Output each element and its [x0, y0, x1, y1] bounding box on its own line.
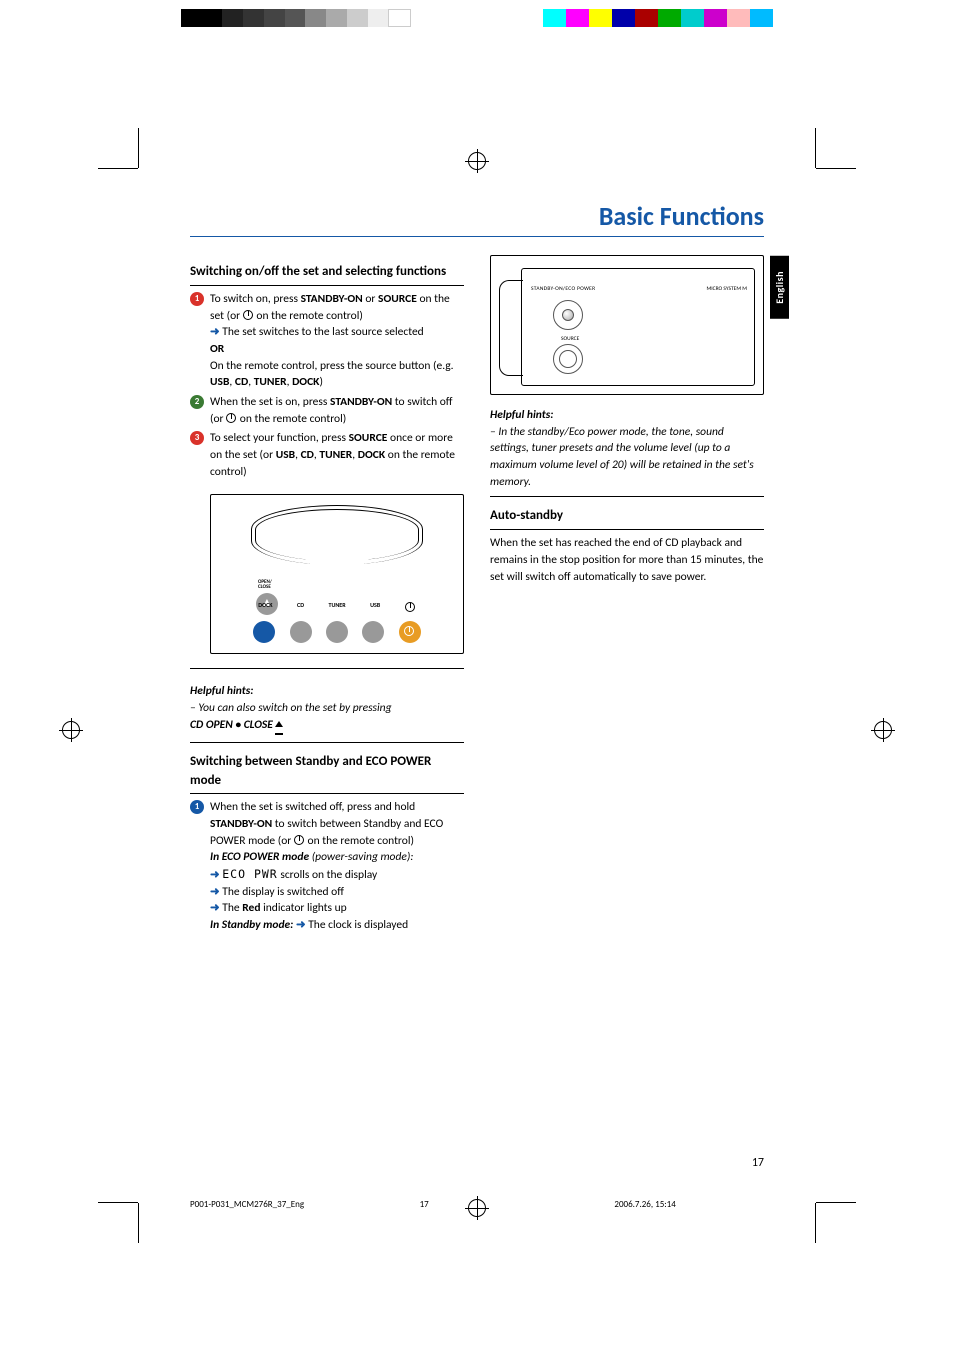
arrow-icon: ➜ — [210, 885, 220, 899]
text: TUNER — [319, 448, 352, 462]
source-button-dock — [253, 621, 275, 643]
right-column: STANDBY-ON/ECO POWER MICRO SYSTEM M SOUR… — [490, 255, 764, 937]
arrow-icon: ➜ — [210, 325, 220, 339]
text: On the remote control, press the source … — [210, 359, 454, 373]
text: The set switches to the last source sele… — [220, 325, 424, 339]
text: STANDBY-ON — [330, 395, 392, 409]
registration-mark-left — [62, 721, 80, 739]
open-close-label: OPEN/ CLOSE — [258, 580, 272, 590]
diagram-label-dock: DOCK — [258, 601, 272, 614]
source-button-usb — [362, 621, 384, 643]
diagram-label-model: MICRO SYSTEM M — [707, 286, 747, 294]
registration-mark-right — [874, 721, 892, 739]
unit-panel-diagram: STANDBY-ON/ECO POWER MICRO SYSTEM M SOUR… — [490, 255, 764, 395]
text: In ECO POWER mode — [210, 850, 312, 864]
text: – You can also switch on the set by pres… — [190, 701, 392, 715]
crop-mark-bl — [98, 1183, 158, 1243]
crop-mark-br — [796, 1183, 856, 1243]
diagram-label-tuner: TUNER — [328, 601, 345, 614]
section-head-switching: Switching on/off the set and selecting f… — [190, 263, 464, 286]
eco-step-body: When the set is switched off, press and … — [210, 799, 464, 933]
text: CD — [235, 375, 248, 389]
language-tab: English — [770, 256, 789, 319]
text: scrolls on the display — [278, 868, 378, 882]
text: indicator lights up — [261, 901, 347, 915]
text: SOURCE — [378, 292, 417, 306]
text: TUNER — [254, 375, 287, 389]
text-or: OR — [210, 342, 224, 356]
step-3-body: To select your function, press SOURCE on… — [210, 430, 464, 480]
footer-timestamp: 2006.7.26, 15:14 — [534, 1199, 764, 1210]
autostandby-body: When the set has reached the end of CD p… — [490, 535, 764, 585]
power-icon — [243, 309, 254, 323]
color-bar-right — [543, 9, 773, 27]
diagram-label-standby: STANDBY-ON/ECO POWER — [531, 286, 595, 294]
arrow-icon: ➜ — [296, 918, 306, 932]
step-number-1b: 1 — [190, 800, 204, 814]
source-dial-icon — [553, 344, 583, 374]
registration-mark-top — [468, 152, 486, 170]
hint-body-1: – You can also switch on the set by pres… — [190, 700, 464, 743]
text: ) — [319, 375, 323, 389]
step-number-2: 2 — [190, 395, 204, 409]
diagram-label-source: SOURCE — [561, 336, 579, 344]
text: on the remote control) — [254, 309, 363, 323]
standby-dial-icon — [553, 300, 583, 330]
text: SOURCE — [349, 431, 388, 445]
eject-icon — [275, 716, 283, 735]
lcd-text: ECO PWR — [222, 867, 277, 881]
text: The clock is displayed — [306, 918, 409, 932]
page-number: 17 — [752, 1156, 764, 1170]
arrow-icon: ➜ — [210, 901, 220, 915]
text: on the remote control) — [237, 412, 346, 426]
power-icon — [294, 834, 305, 848]
text: To select your function, press — [210, 431, 349, 445]
power-button — [399, 621, 421, 643]
color-bar-left — [181, 9, 411, 27]
step-1-body: To switch on, press STANDBY-ON or SOURCE… — [210, 291, 464, 391]
arrow-icon: ➜ — [210, 868, 220, 882]
text: To switch on, press — [210, 292, 301, 306]
source-button-cd — [290, 621, 312, 643]
text: (power-saving mode): — [312, 850, 414, 864]
text: STANDBY-ON — [210, 817, 272, 831]
hint-heading-2: Helpful hints: — [490, 407, 764, 424]
text: CD — [301, 448, 314, 462]
text: When the set is switched off, press and … — [210, 800, 415, 814]
hint-heading: Helpful hints: — [190, 683, 464, 700]
text: When the set is on, press — [210, 395, 330, 409]
text: STANDBY-ON — [301, 292, 363, 306]
text: Red — [242, 901, 260, 915]
footer: P001-P031_MCM276R_37_Eng 17 2006.7.26, 1… — [190, 1199, 764, 1210]
power-icon — [405, 601, 416, 614]
section-head-eco: Switching between Standby and ECO POWER … — [190, 753, 464, 795]
source-button-tuner — [326, 621, 348, 643]
footer-file: P001-P031_MCM276R_37_Eng — [190, 1199, 420, 1210]
footer-page: 17 — [420, 1199, 535, 1210]
text: DOCK — [358, 448, 385, 462]
step-number-1: 1 — [190, 292, 204, 306]
text: on the remote control) — [305, 834, 414, 848]
text: USB — [210, 375, 229, 389]
title-rule — [190, 236, 764, 237]
text: CD OPEN • CLOSE — [190, 718, 275, 732]
page-title: Basic Functions — [190, 200, 764, 236]
power-icon — [226, 412, 237, 426]
text: DOCK — [292, 375, 319, 389]
hint-body-2: – In the standby/Eco power mode, the ton… — [490, 424, 764, 498]
diagram-label-usb: USB — [370, 601, 380, 614]
crop-mark-tr — [796, 128, 856, 188]
step-2-body: When the set is on, press STANDBY-ON to … — [210, 394, 464, 427]
crop-mark-tl — [98, 128, 158, 188]
text: In Standby mode: — [210, 918, 296, 932]
text: The — [220, 901, 243, 915]
section-head-autostandby: Auto-standby — [490, 507, 764, 530]
remote-panel-diagram: OPEN/ CLOSE ▲ DOCK CD TUNER USB — [210, 494, 464, 654]
step-number-3: 3 — [190, 431, 204, 445]
text: USB — [276, 448, 295, 462]
text: or — [363, 292, 378, 306]
text: The display is switched off — [220, 885, 344, 899]
diagram-label-cd: CD — [297, 601, 304, 614]
left-column: Switching on/off the set and selecting f… — [190, 255, 464, 937]
